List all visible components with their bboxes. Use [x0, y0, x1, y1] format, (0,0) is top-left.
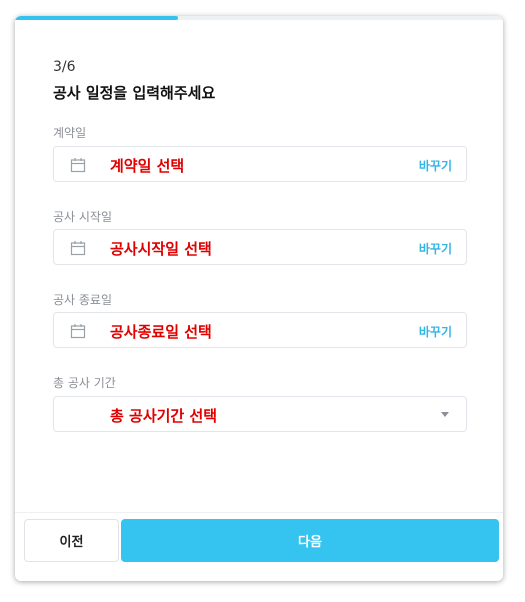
page-title: 공사 일정을 입력해주세요	[53, 84, 216, 102]
footer-divider	[15, 512, 503, 513]
end-date-value: 공사종료일 선택	[110, 323, 212, 341]
next-button[interactable]: 다음	[121, 519, 499, 562]
calendar-icon	[70, 324, 86, 339]
duration-select[interactable]: 총 공사기간 선택	[53, 396, 467, 432]
schedule-card: 3/6 공사 일정을 입력해주세요 계약일 계약일 선택 바꾸기 공사 시작일 …	[15, 16, 503, 581]
calendar-icon	[70, 241, 86, 256]
contract-date-value: 계약일 선택	[110, 157, 185, 175]
contract-date-label: 계약일	[53, 126, 87, 140]
start-date-field[interactable]: 공사시작일 선택 바꾸기	[53, 229, 467, 265]
end-date-label: 공사 종료일	[53, 293, 113, 307]
contract-date-change-button[interactable]: 바꾸기	[419, 157, 452, 174]
chevron-down-icon	[441, 412, 449, 417]
duration-label: 총 공사 기간	[53, 376, 116, 390]
start-date-change-button[interactable]: 바꾸기	[419, 240, 452, 257]
contract-date-field[interactable]: 계약일 선택 바꾸기	[53, 146, 467, 182]
duration-value: 총 공사기간 선택	[110, 407, 218, 425]
end-date-field[interactable]: 공사종료일 선택 바꾸기	[53, 312, 467, 348]
start-date-value: 공사시작일 선택	[110, 240, 212, 258]
prev-button[interactable]: 이전	[24, 519, 119, 562]
progress-bar	[15, 16, 503, 20]
step-indicator: 3/6	[53, 59, 76, 75]
calendar-icon	[70, 158, 86, 173]
start-date-label: 공사 시작일	[53, 210, 113, 224]
end-date-change-button[interactable]: 바꾸기	[419, 323, 452, 340]
progress-fill	[15, 16, 178, 20]
